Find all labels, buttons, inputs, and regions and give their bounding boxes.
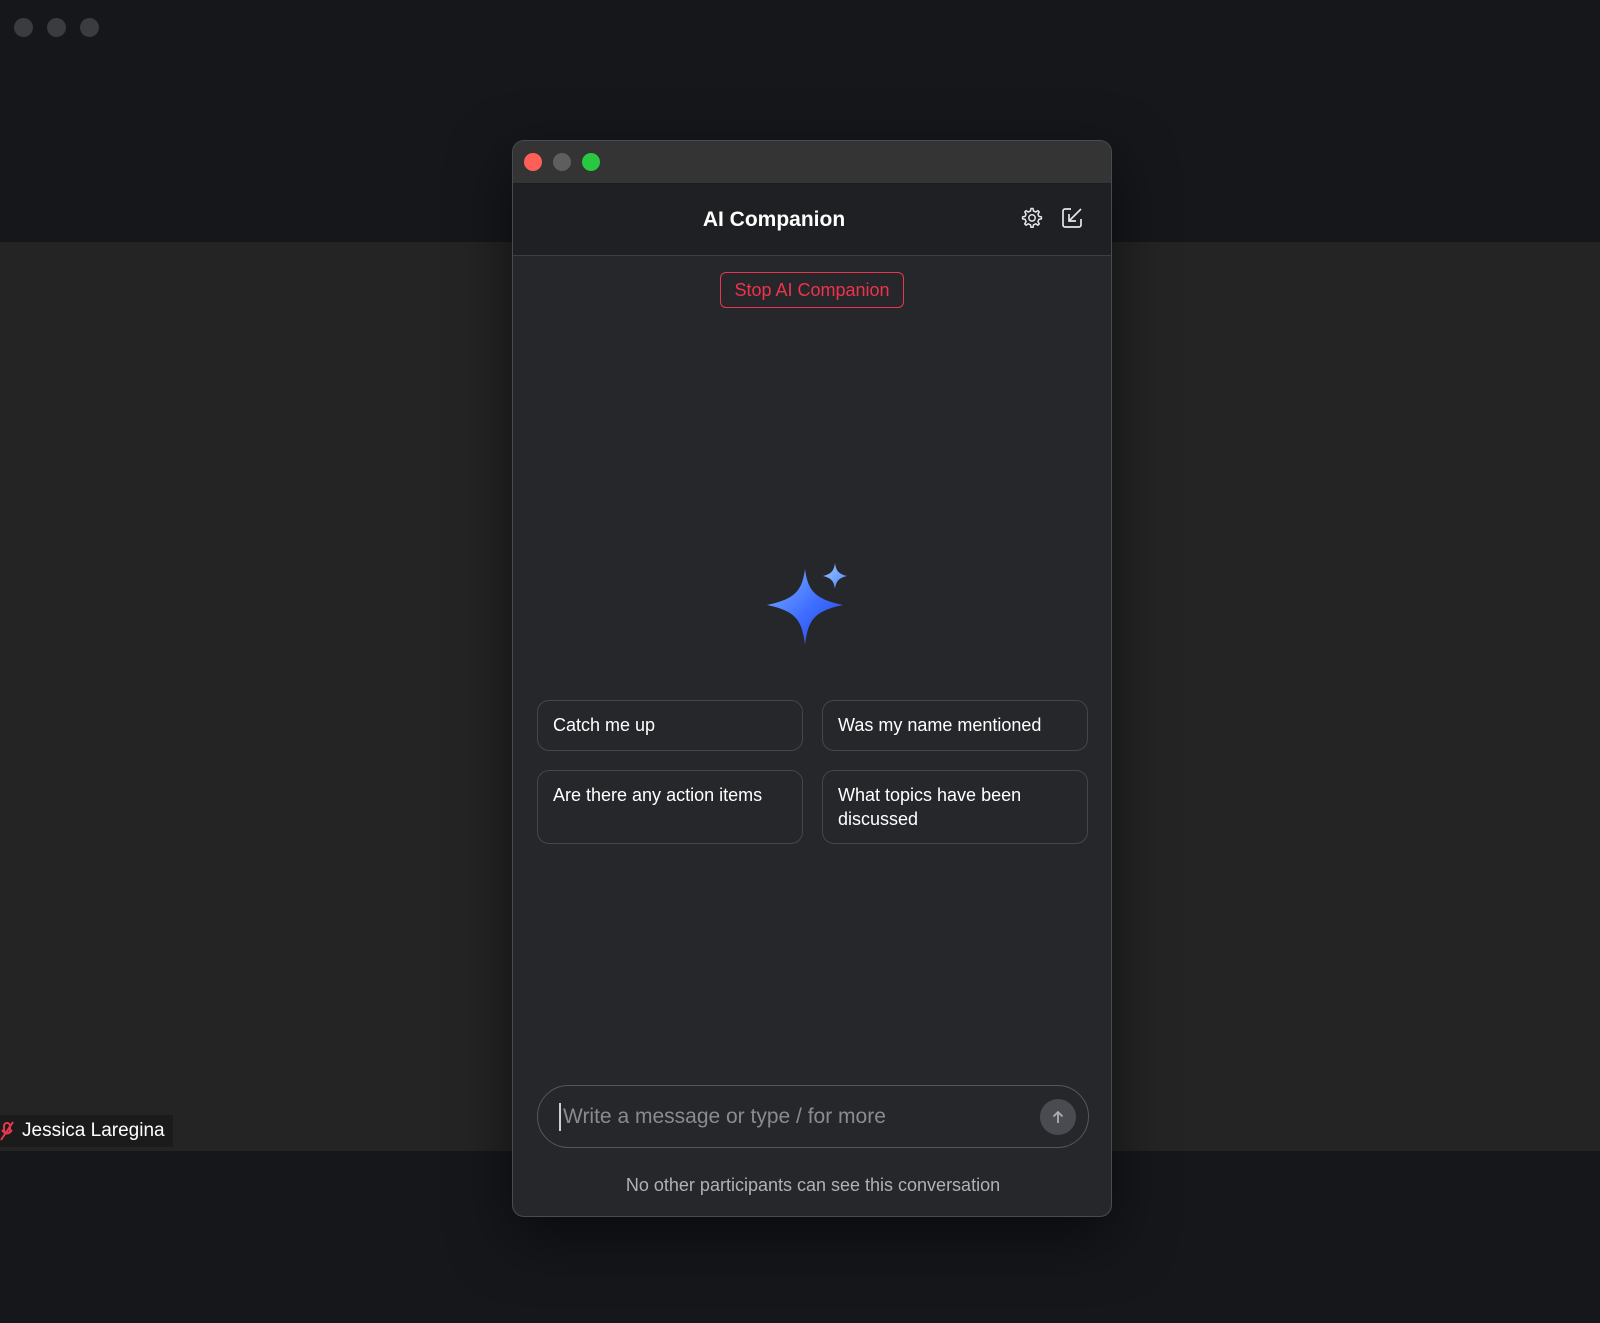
minimize-button[interactable] — [553, 153, 571, 171]
zoom-button[interactable] — [582, 153, 600, 171]
gear-icon — [1021, 207, 1043, 229]
settings-button[interactable] — [1020, 206, 1044, 230]
message-input[interactable] — [559, 1102, 1040, 1131]
suggestion-catch-me-up[interactable]: Catch me up — [537, 700, 803, 751]
background-window-controls — [14, 18, 99, 37]
background-zoom-button[interactable] — [80, 18, 99, 37]
stop-ai-companion-button[interactable]: Stop AI Companion — [720, 272, 904, 308]
send-button[interactable] — [1040, 1098, 1076, 1135]
muted-mic-icon — [0, 1120, 14, 1142]
pop-in-button[interactable] — [1060, 206, 1084, 230]
desktop-screen: Jessica Laregina AI Companion Stop AI Co… — [0, 0, 1600, 1323]
arrow-up-icon — [1052, 1110, 1064, 1123]
header-actions — [1020, 206, 1084, 230]
panel-title: AI Companion — [702, 207, 846, 231]
background-close-button[interactable] — [14, 18, 33, 37]
suggestion-action-items[interactable]: Are there any action items — [537, 770, 803, 844]
window-titlebar — [513, 141, 1111, 184]
ai-companion-window: AI Companion Stop AI Companion Catch me … — [512, 140, 1112, 1217]
suggestion-chips: Catch me up Was my name mentioned Are th… — [537, 700, 1089, 844]
participant-name-tag: Jessica Laregina — [0, 1115, 173, 1147]
participant-name: Jessica Laregina — [22, 1120, 165, 1141]
background-minimize-button[interactable] — [47, 18, 66, 37]
message-composer — [537, 1085, 1089, 1148]
panel-header: AI Companion — [513, 184, 1111, 256]
sparkle-icon — [767, 563, 851, 647]
close-button[interactable] — [524, 153, 542, 171]
suggestion-name-mentioned[interactable]: Was my name mentioned — [822, 700, 1088, 751]
privacy-note: No other participants can see this conve… — [625, 1175, 1001, 1195]
suggestion-topics-discussed[interactable]: What topics have been discussed — [822, 770, 1088, 844]
stop-row: Stop AI Companion — [513, 256, 1111, 308]
pop-in-arrow-icon — [1062, 208, 1082, 228]
